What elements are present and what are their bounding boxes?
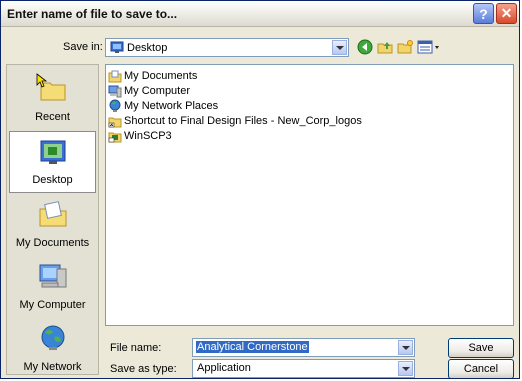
up-folder-button[interactable] — [376, 37, 394, 57]
save-in-label: Save in: — [63, 41, 103, 53]
close-icon: ✕ — [500, 5, 513, 21]
places-bar: Recent Desktop My Documents My Computer … — [6, 64, 99, 375]
save-in-value-group: Desktop — [110, 40, 167, 54]
up-folder-icon — [377, 42, 393, 54]
my-network-icon — [41, 325, 64, 350]
file-name-text: My Documents — [124, 69, 198, 82]
documents-folder-icon — [108, 70, 122, 82]
title-bar[interactable]: Enter name of file to save to... ? ✕ — [1, 1, 519, 27]
computer-icon — [108, 85, 122, 97]
places-label-my-network: My Network — [23, 361, 82, 373]
chevron-down-icon — [401, 345, 410, 350]
places-item-desktop[interactable]: Desktop — [9, 131, 96, 193]
help-button[interactable]: ? — [473, 3, 494, 24]
save-as-type-dropdown-arrow[interactable] — [398, 361, 413, 376]
save-dialog: Enter name of file to save to... ? ✕ Sav… — [0, 0, 520, 379]
places-item-my-computer[interactable]: My Computer — [9, 255, 96, 317]
list-item[interactable]: My Computer — [108, 83, 190, 98]
save-as-type-dropdown[interactable]: Application — [192, 359, 415, 378]
my-computer-icon — [39, 264, 66, 288]
list-item[interactable]: My Network Places — [108, 98, 218, 113]
places-label-desktop: Desktop — [32, 174, 73, 186]
cancel-button[interactable]: Cancel — [448, 359, 514, 378]
places-item-recent[interactable]: Recent — [9, 67, 96, 129]
places-label-my-documents: My Documents — [15, 237, 90, 249]
chevron-down-icon — [335, 45, 344, 50]
chevron-down-icon — [401, 366, 410, 371]
back-button[interactable] — [356, 37, 374, 57]
save-in-dropdown[interactable]: Desktop — [105, 38, 349, 57]
desktop-icon — [110, 41, 124, 53]
winscp-icon — [108, 132, 122, 142]
save-as-type-value: Application — [197, 362, 251, 374]
dialog-title: Enter name of file to save to... — [7, 7, 178, 21]
file-name-text: WinSCP3 — [124, 129, 172, 142]
file-name-dropdown-arrow[interactable] — [398, 340, 413, 355]
recent-icon — [36, 73, 65, 101]
new-folder-button[interactable] — [396, 37, 414, 57]
file-name-value: Analytical Cornerstone — [196, 341, 309, 353]
desktop-icon — [40, 140, 65, 164]
views-menu-icon — [417, 40, 439, 54]
network-places-icon — [109, 99, 121, 112]
file-name-text: My Network Places — [124, 99, 219, 112]
file-name-text: Shortcut to Final Design Files - New_Cor… — [124, 114, 362, 127]
back-icon — [357, 39, 373, 55]
list-item[interactable]: Shortcut to Final Design Files - New_Cor… — [108, 113, 362, 128]
file-name-value-wrap: Analytical Cornerstone — [196, 341, 309, 353]
places-label-recent: Recent — [35, 111, 70, 123]
list-item[interactable]: My Documents — [108, 68, 197, 83]
file-name-text: My Computer — [124, 84, 191, 97]
help-icon: ? — [479, 5, 488, 22]
my-documents-icon — [39, 201, 66, 227]
close-button[interactable]: ✕ — [496, 3, 517, 24]
places-item-my-network[interactable]: My Network — [9, 317, 96, 378]
save-as-type-label: Save as type: — [110, 363, 177, 375]
file-name-input[interactable]: Analytical Cornerstone — [192, 338, 415, 357]
save-in-dropdown-arrow[interactable] — [332, 40, 347, 55]
file-list[interactable]: My Documents My Computer My Network Plac… — [105, 64, 514, 326]
save-button[interactable]: Save — [448, 338, 514, 358]
places-label-my-computer: My Computer — [19, 299, 86, 311]
places-item-my-documents[interactable]: My Documents — [9, 193, 96, 255]
file-name-label: File name: — [110, 342, 162, 354]
new-folder-icon — [397, 40, 413, 54]
folder-shortcut-icon — [108, 117, 122, 127]
save-in-value: Desktop — [127, 42, 168, 54]
list-item[interactable]: WinSCP3 — [108, 128, 172, 143]
views-menu-button[interactable] — [416, 37, 442, 57]
